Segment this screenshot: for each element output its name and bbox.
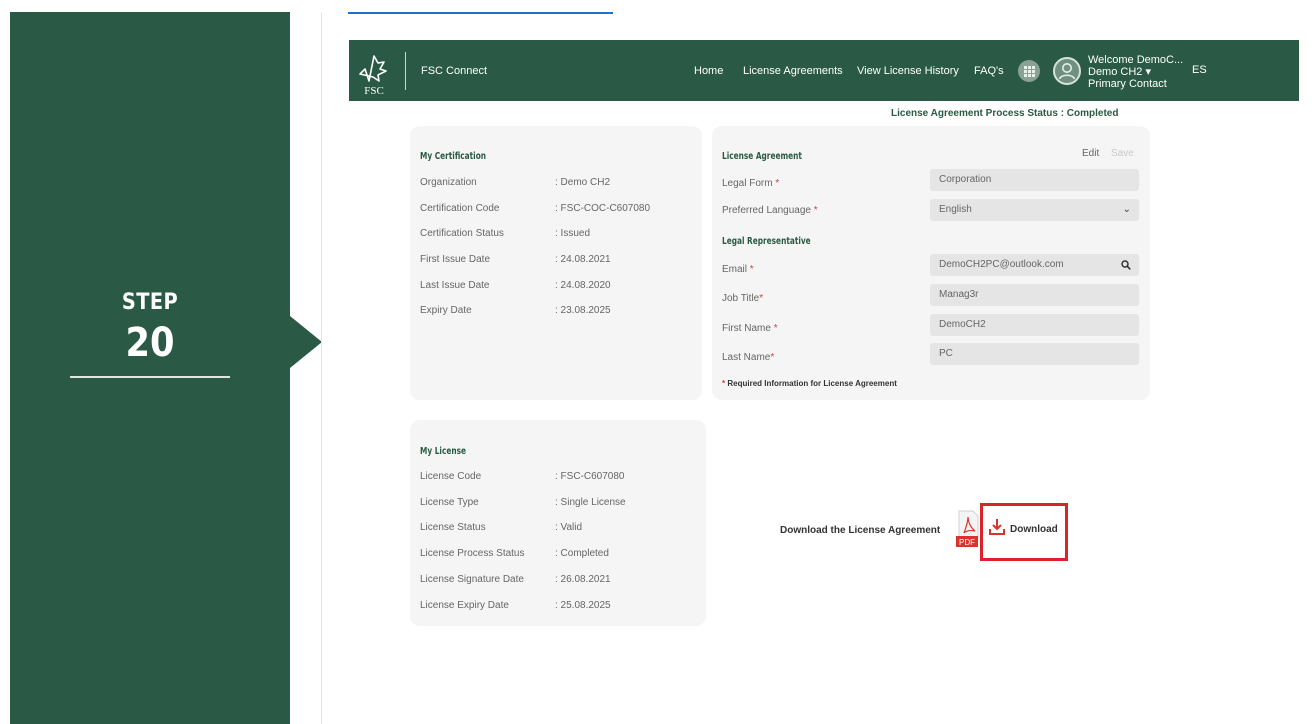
cert-row-label: First Issue Date — [420, 254, 491, 265]
user-role: Primary Contact — [1088, 78, 1167, 90]
step-panel — [10, 12, 290, 724]
license-agreement-title: License Agreement — [722, 151, 802, 162]
download-button-label: Download — [1010, 524, 1058, 535]
cert-row-value: : Issued — [555, 228, 591, 239]
preferred-language-label: Preferred Language * — [722, 205, 818, 216]
cert-row-label: Certification Status — [420, 228, 504, 239]
grid-icon[interactable] — [1018, 60, 1040, 82]
cert-row-value: : 23.08.2025 — [555, 305, 611, 316]
step-number: 20 — [125, 320, 175, 366]
last-name-label: Last Name* — [722, 352, 775, 363]
app-header: FSC FSC Connect Home License Agreements … — [349, 40, 1299, 101]
app-name[interactable]: FSC Connect — [421, 65, 487, 77]
cert-row-value: : Demo CH2 — [555, 177, 611, 188]
save-button[interactable]: Save — [1111, 148, 1134, 159]
preferred-language-select[interactable]: English ⌄ — [930, 199, 1139, 221]
legal-form-label: Legal Form * — [722, 178, 780, 189]
process-status: License Agreement Process Status : Compl… — [891, 108, 1119, 119]
license-row-value: : 25.08.2025 — [555, 600, 611, 611]
nav-view-license-history[interactable]: View License History — [857, 65, 959, 77]
cert-row-value: : 24.08.2021 — [555, 254, 611, 265]
email-field[interactable]: DemoCH2PC@outlook.com — [930, 254, 1139, 276]
certification-title: My Certification — [420, 151, 487, 162]
email-label: Email * — [722, 264, 754, 275]
license-row-label: License Expiry Date — [420, 600, 509, 611]
license-row-label: License Signature Date — [420, 574, 524, 585]
license-row-value: : FSC-C607080 — [555, 471, 625, 482]
first-name-label: First Name * — [722, 323, 778, 334]
user-avatar-icon[interactable] — [1053, 57, 1081, 85]
required-note: * Required Information for License Agree… — [722, 379, 897, 388]
job-title-field[interactable]: Manag3r — [930, 284, 1139, 306]
cert-row-value: : 24.08.2020 — [555, 280, 611, 291]
logo-divider — [405, 52, 406, 90]
legal-form-field[interactable]: Corporation — [930, 169, 1139, 191]
license-title: My License — [420, 446, 466, 457]
nav-license-agreements[interactable]: License Agreements — [743, 65, 843, 77]
download-label: Download the License Agreement — [780, 525, 941, 536]
step-label: STEP — [121, 290, 179, 315]
cert-row-label: Last Issue Date — [420, 280, 490, 291]
job-title-label: Job Title* — [722, 293, 764, 304]
last-name-field[interactable]: PC — [930, 343, 1139, 365]
license-row-value: : Single License — [555, 497, 626, 508]
top-accent-line — [348, 12, 613, 14]
cert-row-label: Certification Code — [420, 203, 500, 214]
logo-text: FSC — [364, 85, 384, 96]
step-divider — [70, 376, 230, 378]
legal-representative-title: Legal Representative — [722, 236, 811, 247]
user-name-dropdown[interactable]: Demo CH2 ▾ — [1088, 66, 1183, 78]
first-name-field[interactable]: DemoCH2 — [930, 314, 1139, 336]
license-row-value: : 26.08.2021 — [555, 574, 611, 585]
edit-button[interactable]: Edit — [1082, 148, 1099, 159]
nav-faqs[interactable]: FAQ's — [974, 65, 1004, 77]
license-row-label: License Status — [420, 522, 486, 533]
license-row-label: License Type — [420, 497, 479, 508]
nav-home[interactable]: Home — [694, 65, 723, 77]
welcome-text: Welcome DemoC... — [1088, 54, 1184, 66]
content-divider — [321, 12, 322, 724]
cert-row-label: Expiry Date — [420, 305, 472, 316]
pdf-label: PDF — [959, 538, 975, 547]
fsc-logo-icon[interactable]: FSC — [357, 48, 391, 96]
cert-row-value: : FSC-COC-C607080 — [555, 203, 651, 214]
pdf-file-icon[interactable]: PDF — [956, 509, 980, 549]
language-switch[interactable]: ES — [1192, 64, 1207, 76]
chevron-down-icon: ⌄ — [1122, 204, 1131, 215]
search-icon[interactable] — [1121, 260, 1131, 270]
license-row-label: License Process Status — [420, 548, 525, 559]
download-icon — [989, 519, 1005, 535]
license-row-label: License Code — [420, 471, 482, 482]
user-menu[interactable]: Welcome DemoC... Demo CH2 ▾ Primary Cont… — [1088, 54, 1183, 90]
license-row-value: : Completed — [555, 548, 609, 559]
cert-row-label: Organization — [420, 177, 477, 188]
license-row-value: : Valid — [555, 522, 583, 533]
step-arrow — [290, 316, 322, 368]
